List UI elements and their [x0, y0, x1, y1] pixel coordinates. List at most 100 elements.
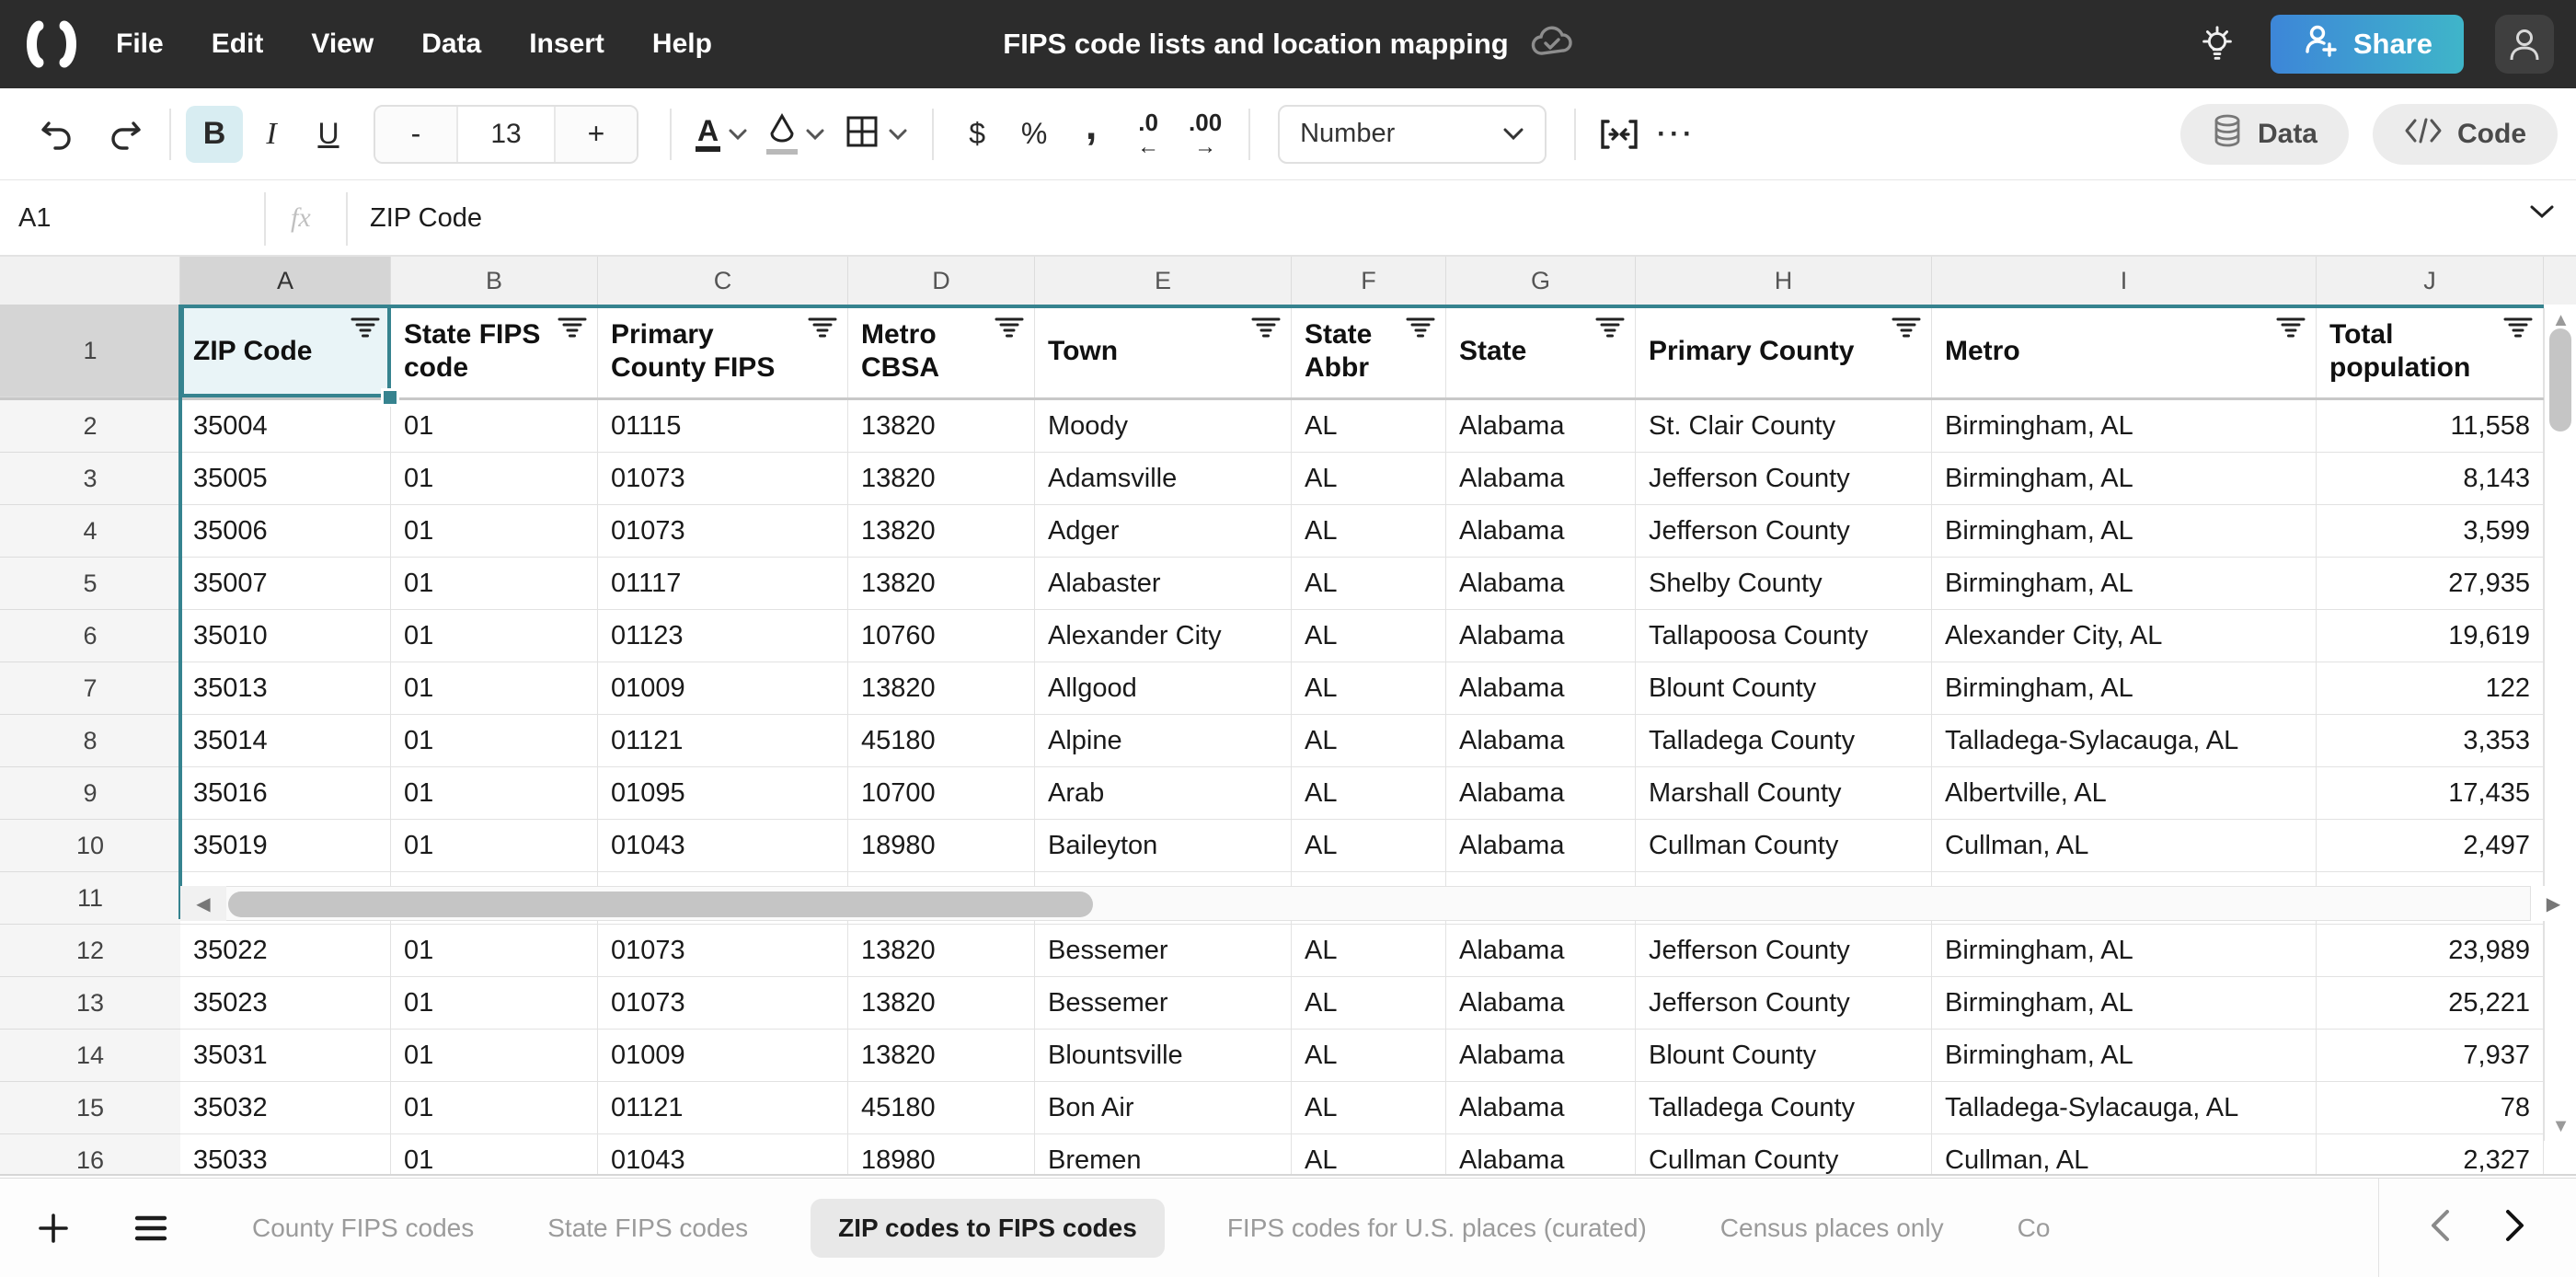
cell-H7[interactable]: Blount County [1636, 662, 1932, 715]
font-size-increase-button[interactable]: + [556, 106, 637, 162]
cell-H16[interactable]: Cullman County [1636, 1134, 1932, 1174]
menu-help[interactable]: Help [652, 29, 712, 60]
select-all-corner[interactable] [0, 257, 180, 305]
cell-D8[interactable]: 45180 [848, 715, 1035, 767]
scroll-left-arrow-icon[interactable]: ◀ [180, 886, 226, 921]
text-color-button[interactable]: A [696, 115, 748, 153]
cell-J6[interactable]: 19,619 [2317, 610, 2544, 662]
cell-F10[interactable]: AL [1292, 820, 1446, 872]
cell-I4[interactable]: Birmingham, AL [1932, 505, 2317, 558]
italic-button[interactable]: I [243, 106, 300, 163]
cell-C5[interactable]: 01117 [598, 558, 848, 610]
cell-B6[interactable]: 01 [391, 610, 598, 662]
cell-F9[interactable]: AL [1292, 767, 1446, 820]
column-header-E[interactable]: E [1035, 257, 1292, 305]
font-size-decrease-button[interactable]: - [375, 106, 456, 162]
row-header-15[interactable]: 15 [0, 1082, 180, 1134]
cell-B14[interactable]: 01 [391, 1030, 598, 1082]
cell-G7[interactable]: Alabama [1446, 662, 1636, 715]
cell-D15[interactable]: 45180 [848, 1082, 1035, 1134]
cell-D6[interactable]: 10760 [848, 610, 1035, 662]
cell-G14[interactable]: Alabama [1446, 1030, 1636, 1082]
cell-E8[interactable]: Alpine [1035, 715, 1292, 767]
sheet-list-menu-button[interactable] [123, 1201, 178, 1256]
cell-A8[interactable]: 35014 [180, 715, 391, 767]
filter-icon[interactable] [807, 316, 838, 344]
cell-A6[interactable]: 35010 [180, 610, 391, 662]
cell-I16[interactable]: Cullman, AL [1932, 1134, 2317, 1174]
cell-E15[interactable]: Bon Air [1035, 1082, 1292, 1134]
cell-G9[interactable]: Alabama [1446, 767, 1636, 820]
cell-H6[interactable]: Tallapoosa County [1636, 610, 1932, 662]
cell-E12[interactable]: Bessemer [1035, 925, 1292, 977]
cell-H5[interactable]: Shelby County [1636, 558, 1932, 610]
filter-icon[interactable] [557, 316, 588, 344]
row-header-8[interactable]: 8 [0, 715, 180, 767]
menu-data[interactable]: Data [421, 29, 481, 60]
add-sheet-button[interactable] [26, 1201, 81, 1256]
undo-button[interactable] [28, 106, 85, 163]
cell-J13[interactable]: 25,221 [2317, 977, 2544, 1030]
cell-I6[interactable]: Alexander City, AL [1932, 610, 2317, 662]
cell-B10[interactable]: 01 [391, 820, 598, 872]
cell-B9[interactable]: 01 [391, 767, 598, 820]
filter-icon[interactable] [1594, 316, 1626, 344]
row-header-16[interactable]: 16 [0, 1134, 180, 1174]
cell-C6[interactable]: 01123 [598, 610, 848, 662]
menu-edit[interactable]: Edit [212, 29, 264, 60]
row-header-7[interactable]: 7 [0, 662, 180, 715]
cell-E14[interactable]: Blountsville [1035, 1030, 1292, 1082]
filter-icon[interactable] [994, 316, 1025, 344]
cell-G5[interactable]: Alabama [1446, 558, 1636, 610]
cell-A3[interactable]: 35005 [180, 453, 391, 505]
row-header-1[interactable]: 1 [0, 305, 180, 397]
cell-C2[interactable]: 01115 [598, 400, 848, 453]
menu-insert[interactable]: Insert [529, 29, 604, 60]
scroll-down-arrow-icon[interactable]: ▼ [2545, 1116, 2576, 1137]
header-cell-state-fips-code[interactable]: State FIPS code [391, 305, 598, 397]
cell-H8[interactable]: Talladega County [1636, 715, 1932, 767]
cell-G16[interactable]: Alabama [1446, 1134, 1636, 1174]
cell-B2[interactable]: 01 [391, 400, 598, 453]
cell-D14[interactable]: 13820 [848, 1030, 1035, 1082]
cell-A9[interactable]: 35016 [180, 767, 391, 820]
share-button[interactable]: Share [2270, 15, 2464, 74]
rows-logo[interactable] [24, 17, 79, 72]
column-header-H[interactable]: H [1636, 257, 1932, 305]
filter-icon[interactable] [350, 316, 381, 344]
column-header-I[interactable]: I [1932, 257, 2317, 305]
cell-F3[interactable]: AL [1292, 453, 1446, 505]
currency-format-button[interactable]: $ [949, 106, 1006, 163]
cell-D9[interactable]: 10700 [848, 767, 1035, 820]
header-cell-town[interactable]: Town [1035, 305, 1292, 397]
filter-icon[interactable] [1250, 316, 1282, 344]
cell-I7[interactable]: Birmingham, AL [1932, 662, 2317, 715]
fill-color-button[interactable] [766, 113, 825, 155]
cell-A10[interactable]: 35019 [180, 820, 391, 872]
cell-F13[interactable]: AL [1292, 977, 1446, 1030]
increase-decimals-button[interactable]: .00 → [1177, 106, 1234, 163]
header-cell-metro[interactable]: Metro [1932, 305, 2317, 397]
cell-B13[interactable]: 01 [391, 977, 598, 1030]
cell-I14[interactable]: Birmingham, AL [1932, 1030, 2317, 1082]
cell-G10[interactable]: Alabama [1446, 820, 1636, 872]
user-avatar-icon[interactable] [2495, 15, 2554, 74]
selection-fill-handle[interactable] [381, 388, 399, 407]
cell-E9[interactable]: Arab [1035, 767, 1292, 820]
cell-B4[interactable]: 01 [391, 505, 598, 558]
sheet-tab-fips-codes-for-u-s-places-curated-[interactable]: FIPS codes for U.S. places (curated) [1216, 1199, 1658, 1258]
cell-F2[interactable]: AL [1292, 400, 1446, 453]
percent-format-button[interactable]: % [1006, 106, 1063, 163]
scroll-right-arrow-icon[interactable]: ▶ [2530, 886, 2576, 921]
cell-J9[interactable]: 17,435 [2317, 767, 2544, 820]
cell-B8[interactable]: 01 [391, 715, 598, 767]
cell-H14[interactable]: Blount County [1636, 1030, 1932, 1082]
cell-J8[interactable]: 3,353 [2317, 715, 2544, 767]
cell-D5[interactable]: 13820 [848, 558, 1035, 610]
lightbulb-icon[interactable] [2195, 22, 2239, 66]
header-cell-primary-county-fips[interactable]: Primary County FIPS [598, 305, 848, 397]
decrease-decimals-button[interactable]: .0 ← [1120, 106, 1177, 163]
cell-F4[interactable]: AL [1292, 505, 1446, 558]
cell-A4[interactable]: 35006 [180, 505, 391, 558]
cell-J12[interactable]: 23,989 [2317, 925, 2544, 977]
